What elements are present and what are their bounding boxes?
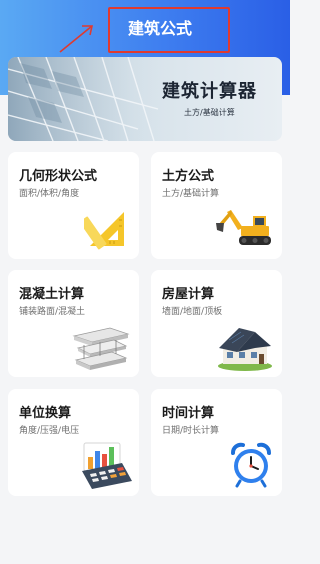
set-square-icon	[84, 212, 124, 250]
card-house-calculation[interactable]: 房屋计算 墙面/地面/顶板	[151, 270, 282, 377]
alarm-clock-icon	[231, 442, 271, 488]
card-subtitle: 角度/压强/电压	[19, 426, 80, 436]
card-concrete-calculation[interactable]: 混凝土计算 铺装路面/混凝土	[8, 270, 139, 377]
card-title: 土方公式	[162, 169, 215, 184]
card-subtitle: 面积/体积/角度	[19, 189, 80, 199]
page-title-highlight: 建筑公式	[108, 7, 230, 53]
card-time-calculation[interactable]: 时间计算 日期/时长计算	[151, 389, 282, 496]
banner-title: 建筑计算器	[162, 81, 257, 102]
banner-subtitle: 土方/基础计算	[184, 108, 235, 117]
card-title: 时间计算	[162, 406, 215, 421]
concrete-building-icon	[72, 327, 130, 370]
excavator-icon	[216, 210, 271, 245]
annotation-arrow	[59, 25, 93, 53]
card-subtitle: 日期/时长计算	[162, 426, 220, 436]
card-geometry-formulas[interactable]: 几何形状公式 面积/体积/角度	[8, 152, 139, 259]
card-earthwork-formulas[interactable]: 土方公式 土方/基础计算	[151, 152, 282, 259]
card-title: 单位换算	[19, 406, 72, 421]
card-title: 几何形状公式	[19, 169, 98, 184]
calculator-chart-icon	[82, 442, 132, 489]
glass-facade-image	[8, 57, 168, 141]
card-subtitle: 铺装路面/混凝土	[19, 307, 86, 317]
page-title: 建筑公式	[128, 19, 193, 38]
card-subtitle: 墙面/地面/顶板	[162, 307, 223, 317]
card-unit-conversion[interactable]: 单位换算 角度/压强/电压	[8, 389, 139, 496]
card-title: 房屋计算	[162, 287, 215, 302]
card-title: 混凝土计算	[19, 287, 85, 302]
house-icon	[218, 328, 272, 371]
calculator-banner[interactable]: 建筑计算器 土方/基础计算	[8, 57, 282, 141]
card-subtitle: 土方/基础计算	[162, 189, 220, 199]
